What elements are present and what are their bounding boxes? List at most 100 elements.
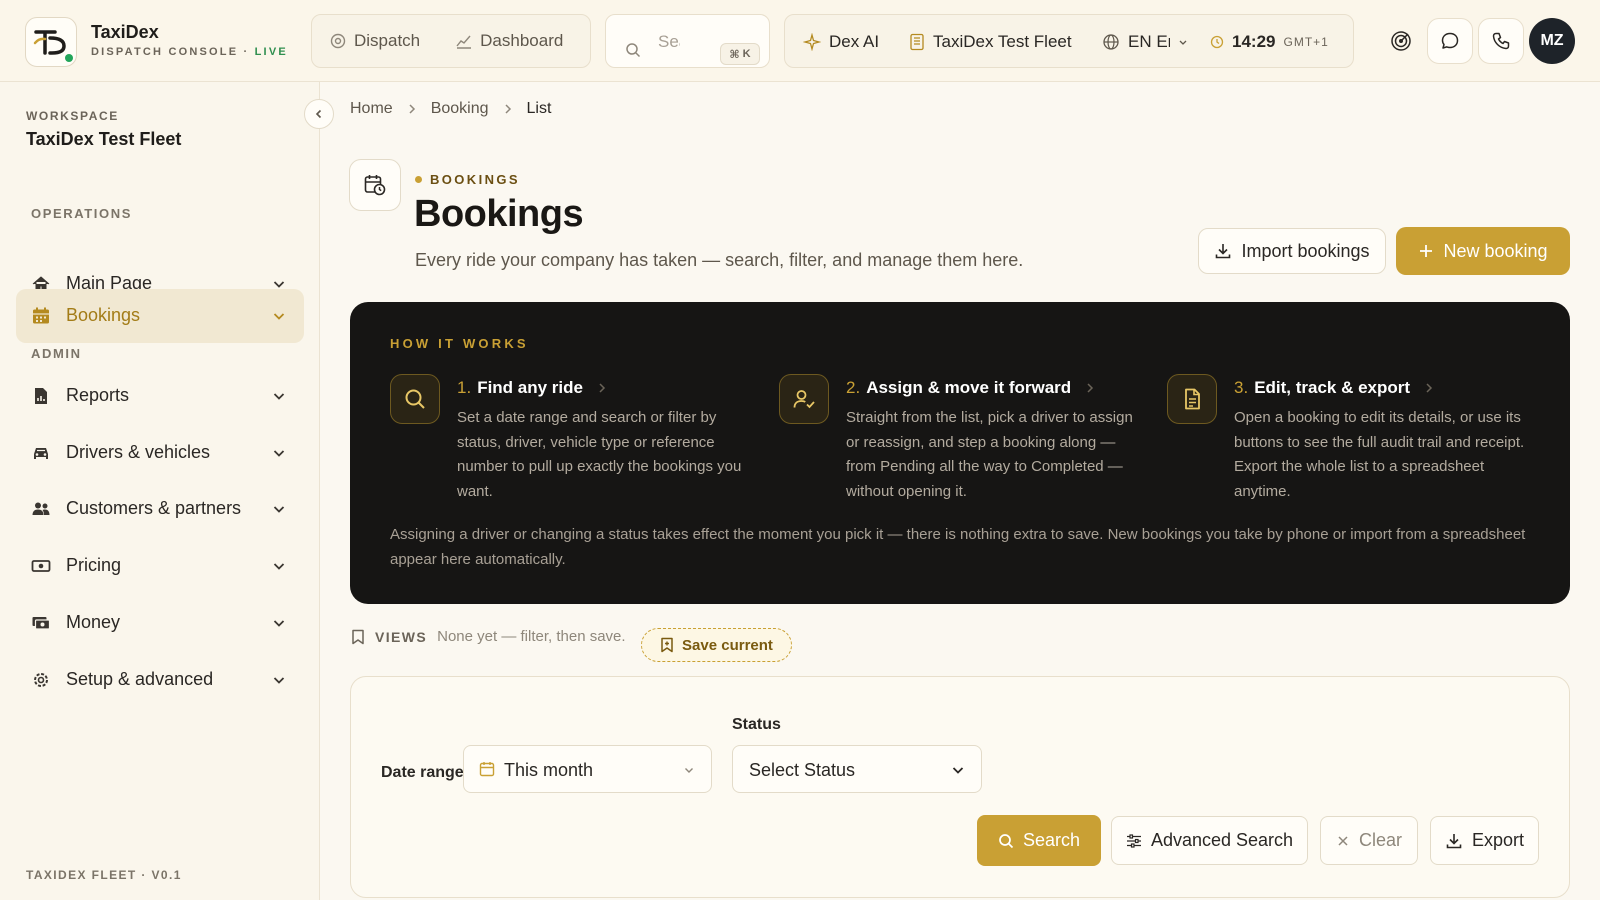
step-title: Edit, track & export: [1254, 378, 1411, 397]
user-avatar[interactable]: MZ: [1529, 18, 1575, 64]
brand-subtitle: DISPATCH CONSOLE · LIVE: [91, 46, 288, 58]
step-description: Set a date range and search or filter by…: [457, 409, 742, 500]
status-value: Select Status: [749, 760, 856, 780]
messages-button[interactable]: [1427, 18, 1473, 64]
sidebar-item-label: Reports: [66, 385, 130, 405]
building-icon: [910, 33, 924, 51]
clear-filters-button[interactable]: Clear: [1320, 816, 1418, 865]
radar-button[interactable]: [1378, 18, 1424, 64]
import-bookings-button[interactable]: Import bookings: [1198, 228, 1386, 274]
bookmark-plus-icon: [661, 637, 673, 653]
fleet-label: TaxiDex Test Fleet: [933, 32, 1072, 51]
step-description: Straight from the list, pick a driver to…: [846, 409, 1133, 500]
page-title: Bookings: [414, 193, 584, 235]
sidebar-item-label: Drivers & vehicles: [66, 442, 211, 462]
breadcrumb: Home Booking List: [350, 100, 551, 118]
chevron-left-icon: [315, 109, 322, 119]
chevron-right-icon: [599, 383, 606, 393]
chevron-down-icon: [273, 313, 285, 320]
search-icon: [626, 43, 641, 58]
taxidex-logo[interactable]: [25, 17, 77, 67]
advanced-search-button[interactable]: Advanced Search: [1111, 816, 1308, 865]
current-time: 14:29: [1232, 32, 1276, 51]
globe-icon: [1103, 34, 1119, 50]
workspace-name: TaxiDex Test Fleet: [26, 129, 182, 149]
sidebar-item-reports[interactable]: Reports: [16, 369, 304, 423]
timezone: GMT+1: [1283, 35, 1329, 49]
search-shortcut-key: K: [742, 48, 751, 60]
save-current-view-button[interactable]: Save current: [641, 628, 792, 662]
saved-views-bar: VIEWS None yet — filter, then save.: [351, 628, 626, 645]
nav-dispatch-label: Dispatch: [354, 31, 421, 50]
search-button-label: Search: [1022, 830, 1081, 850]
eyebrow-text: BOOKINGS: [430, 172, 520, 187]
nav-dispatch[interactable]: Dispatch: [312, 15, 438, 67]
breadcrumb-home[interactable]: Home: [350, 100, 393, 118]
breadcrumb-booking[interactable]: Booking: [431, 100, 489, 118]
language-selector[interactable]: EN English: [1102, 15, 1188, 69]
page-icon: [349, 159, 401, 211]
sidebar-item-drivers-vehicles[interactable]: Drivers & vehicles: [16, 426, 304, 480]
phone-icon: [1492, 32, 1510, 50]
close-icon: [1338, 835, 1348, 846]
app-version: TAXIDEX FLEET · V0.1: [26, 868, 182, 882]
sparkle-icon: [803, 33, 821, 51]
fleet-selector[interactable]: TaxiDex Test Fleet: [909, 15, 1072, 69]
global-search[interactable]: Search ⌘K: [605, 14, 770, 68]
dex-ai-button[interactable]: Dex AI: [803, 15, 879, 69]
live-badge: LIVE: [254, 46, 288, 58]
download-icon: [1446, 833, 1462, 848]
step-heading: 1. Find any ride: [457, 378, 607, 398]
chevron-right-icon: [1087, 383, 1094, 393]
step-number: 1.: [457, 378, 472, 397]
money-icon: [31, 560, 51, 572]
brand-name: TaxiDex: [91, 22, 159, 42]
sidebar: WORKSPACE TaxiDex Test Fleet OPERATIONS …: [0, 82, 320, 900]
chevron-right-icon: [409, 104, 415, 114]
sidebar-item-label: Money: [66, 612, 121, 632]
chevron-down-icon: [273, 677, 285, 684]
step-title: Assign & move it forward: [866, 378, 1072, 397]
date-range-label: Date range: [381, 764, 464, 781]
user-check-icon: [779, 374, 829, 424]
context-bar: Dex AI TaxiDex Test Fleet EN English 14:…: [784, 14, 1354, 68]
new-booking-label: New booking: [1443, 240, 1548, 261]
how-it-works-title: HOW IT WORKS: [390, 336, 529, 351]
chat-bubble-icon: [1441, 32, 1459, 49]
step-description: Open a booking to edit its details, or u…: [1234, 409, 1525, 500]
report-icon: [35, 388, 47, 404]
settings-icon: [34, 673, 48, 687]
dex-ai-label: Dex AI: [829, 32, 880, 51]
sidebar-item-money[interactable]: Money: [16, 596, 304, 650]
phone-button[interactable]: [1478, 18, 1524, 64]
section-operations: OPERATIONS: [31, 206, 132, 221]
sidebar-item-label: Pricing: [66, 555, 122, 575]
sidebar-item-bookings[interactable]: Bookings: [16, 289, 304, 343]
top-bar: TaxiDex DISPATCH CONSOLE · LIVE Dispatch…: [0, 0, 1600, 82]
nav-dashboard[interactable]: Dashboard: [438, 15, 581, 67]
step-heading: 3. Edit, track & export: [1234, 378, 1434, 398]
sidebar-item-setup-advanced[interactable]: Setup & advanced: [16, 653, 304, 707]
sliders-icon: [1126, 833, 1141, 848]
step-number: 3.: [1234, 378, 1249, 397]
chevron-down-icon: [273, 563, 285, 570]
chevron-down-icon: [273, 620, 285, 627]
clock-icon: [1210, 35, 1224, 49]
chevron-down-icon: [273, 450, 285, 457]
new-booking-button[interactable]: New booking: [1396, 227, 1570, 275]
car-icon: [34, 448, 48, 459]
eyebrow-dot: [415, 176, 422, 183]
sidebar-collapse-button[interactable]: [304, 99, 334, 129]
download-icon: [1216, 244, 1231, 259]
sidebar-item-customers-partners[interactable]: Customers & partners: [16, 482, 304, 536]
chevron-right-icon: [504, 104, 511, 114]
sidebar-item-pricing[interactable]: Pricing: [16, 539, 304, 593]
section-admin: ADMIN: [31, 346, 82, 361]
chevron-down-icon: [273, 393, 285, 400]
export-button[interactable]: Export: [1430, 816, 1539, 865]
command-key-icon: ⌘: [729, 48, 740, 61]
search-button[interactable]: Search: [977, 815, 1101, 866]
chevron-down-icon: [952, 767, 964, 774]
status-select[interactable]: Select Status: [732, 745, 982, 793]
date-range-select[interactable]: This month: [463, 745, 712, 793]
